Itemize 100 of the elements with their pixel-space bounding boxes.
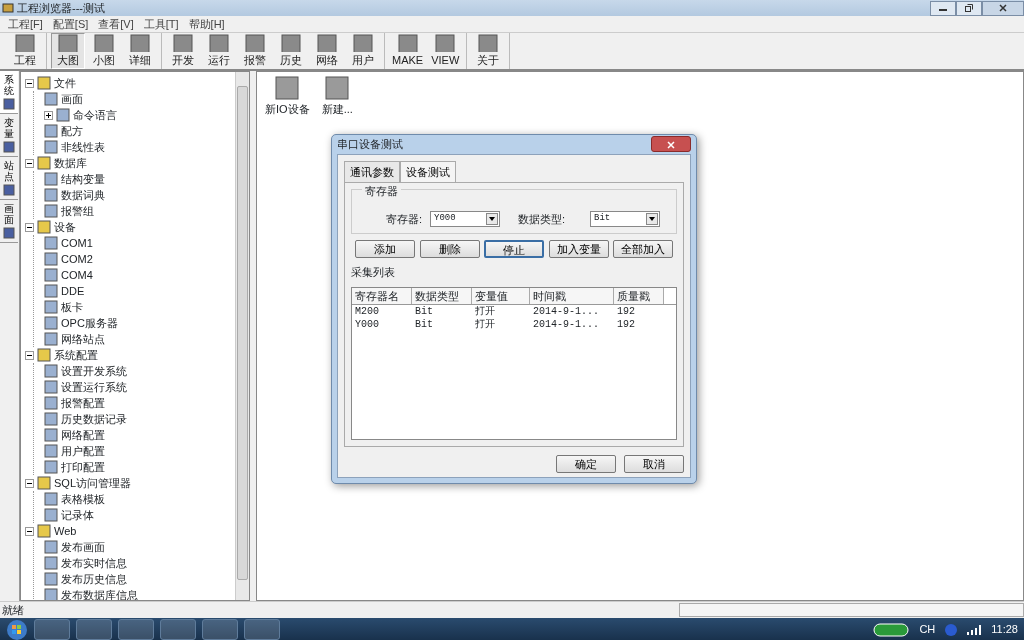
tree-item[interactable]: 画面 [61,90,83,108]
close-button[interactable] [651,136,691,153]
menu-item[interactable]: 帮助[H] [188,15,225,33]
data-type-dropdown[interactable]: Bit [590,210,660,227]
toolbar-button[interactable]: 大图 [51,33,85,69]
side-tab[interactable]: 站点 [0,157,18,200]
toolbar-button[interactable]: 报警 [238,33,272,69]
toolbar-button[interactable]: VIEW [428,33,463,69]
toolbar-button[interactable]: 用户 [346,33,380,69]
device-icon[interactable] [325,76,350,100]
tree-item[interactable]: 配方 [61,122,83,140]
node-icon [44,428,58,442]
column-header[interactable]: 数据类型 [412,287,472,304]
minimize-button[interactable] [930,0,956,16]
action-button[interactable]: 加入变量 [548,240,609,258]
tree-item[interactable]: 设置运行系统 [61,378,127,396]
register-dropdown[interactable]: Y000 [430,210,500,227]
tree-item[interactable]: 发布历史信息 [61,570,127,588]
tree-item[interactable]: DDE [61,282,85,300]
tool-icon [317,34,337,52]
action-button[interactable]: 删除 [419,240,480,258]
tree-item[interactable]: 数据库 [54,154,87,172]
close-icon [667,140,675,149]
language-indicator[interactable]: CH [919,621,936,638]
tree-item[interactable]: 发布数据库信息 [61,586,138,600]
tree-item[interactable]: 系统配置 [54,346,98,364]
column-header[interactable]: 寄存器名 [352,287,412,304]
tree-item[interactable]: SQL访问管理器 [54,474,131,492]
tree-item[interactable]: 表格模板 [61,490,105,508]
menu-item[interactable]: 查看[V] [98,15,134,33]
clock[interactable]: 11:28 [991,621,1018,638]
tree-item[interactable]: 设置开发系统 [61,362,127,380]
app-icon [2,2,14,14]
tree-item[interactable]: 数据词典 [61,186,105,204]
scrollbar[interactable] [235,72,249,600]
action-button[interactable]: 全部加入 [613,240,673,258]
menu-item[interactable]: 工程[F] [8,15,43,33]
tree-item[interactable]: 发布画面 [61,538,105,556]
toolbar-button[interactable]: 详细 [123,33,157,69]
tab[interactable]: 通讯参数 [344,160,400,182]
expand-toggle[interactable] [25,78,34,88]
node-icon [44,284,58,298]
toolbar-button[interactable]: 工程 [8,33,42,69]
expand-toggle[interactable] [25,350,34,360]
column-header[interactable]: 时间戳 [530,287,614,304]
table-cell-text: 2014-9-1... [532,318,600,331]
tree-item[interactable]: 历史数据记录 [61,410,127,428]
tree-item[interactable]: 报警配置 [61,394,105,412]
tree-item[interactable]: 设备 [54,218,76,236]
toolbar-button[interactable]: 关于 [471,33,506,69]
dropdown-arrow-icon [489,216,495,221]
device-icon[interactable] [275,76,300,100]
expand-toggle[interactable] [25,222,34,232]
expand-toggle[interactable] [44,110,53,120]
tree-item[interactable]: 用户配置 [61,442,105,460]
restore-button[interactable] [956,0,982,16]
tree-item[interactable]: 记录体 [61,506,94,524]
menu-item[interactable]: 配置[S] [52,15,89,33]
toolbar-button[interactable]: 网络 [310,33,344,69]
side-tab[interactable]: 画面 [0,200,18,243]
dropdown-arrow-icon [649,216,655,221]
toolbar-button[interactable]: 开发 [166,33,200,69]
column-header[interactable]: 质量戳 [614,287,664,304]
side-tab[interactable]: 变量 [0,114,18,157]
tree-item[interactable]: 网络配置 [61,426,105,444]
start-icon[interactable] [6,618,28,640]
tree-item[interactable]: 发布实时信息 [61,554,127,572]
action-button[interactable]: 停止 [484,240,544,258]
tree-item[interactable]: OPC服务器 [61,314,118,332]
tab[interactable]: 设备测试 [400,160,456,182]
tree-item[interactable]: 文件 [54,74,76,92]
tree-item[interactable]: 板卡 [61,298,83,316]
tree-item[interactable]: 网络站点 [61,330,105,348]
toolbar-button[interactable]: 历史 [274,33,308,69]
tree-item[interactable]: 报警组 [61,202,94,220]
tree-item[interactable]: Web [54,522,77,540]
expand-toggle[interactable] [25,526,34,536]
item-label[interactable]: 新建... [321,101,353,118]
toolbar-button[interactable]: 小图 [87,33,121,69]
toolbar-button[interactable]: MAKE [389,33,427,69]
tree-item[interactable]: 打印配置 [61,458,105,476]
tree-item[interactable]: COM1 [61,234,93,252]
node-icon [44,140,58,154]
item-label[interactable]: 新IO设备 [265,101,310,118]
tree-item[interactable]: 结构变量 [61,170,105,188]
tree-item[interactable]: 非线性表 [61,138,105,156]
node-icon [44,508,58,522]
column-header[interactable]: 变量值 [472,287,530,304]
signal-icon[interactable] [967,624,982,635]
dialog-button[interactable]: 取消 [624,455,684,473]
side-tab[interactable]: 系统 [0,71,18,114]
tree-item[interactable]: 命令语言 [73,106,117,124]
expand-toggle[interactable] [25,478,34,488]
menu-item[interactable]: 工具[T] [143,15,179,33]
toolbar-button[interactable]: 运行 [202,33,236,69]
dialog-button[interactable]: 确定 [556,455,616,473]
tree-item[interactable]: COM4 [61,266,93,284]
action-button[interactable]: 添加 [355,240,415,258]
expand-toggle[interactable] [25,158,34,168]
tree-item[interactable]: COM2 [61,250,93,268]
